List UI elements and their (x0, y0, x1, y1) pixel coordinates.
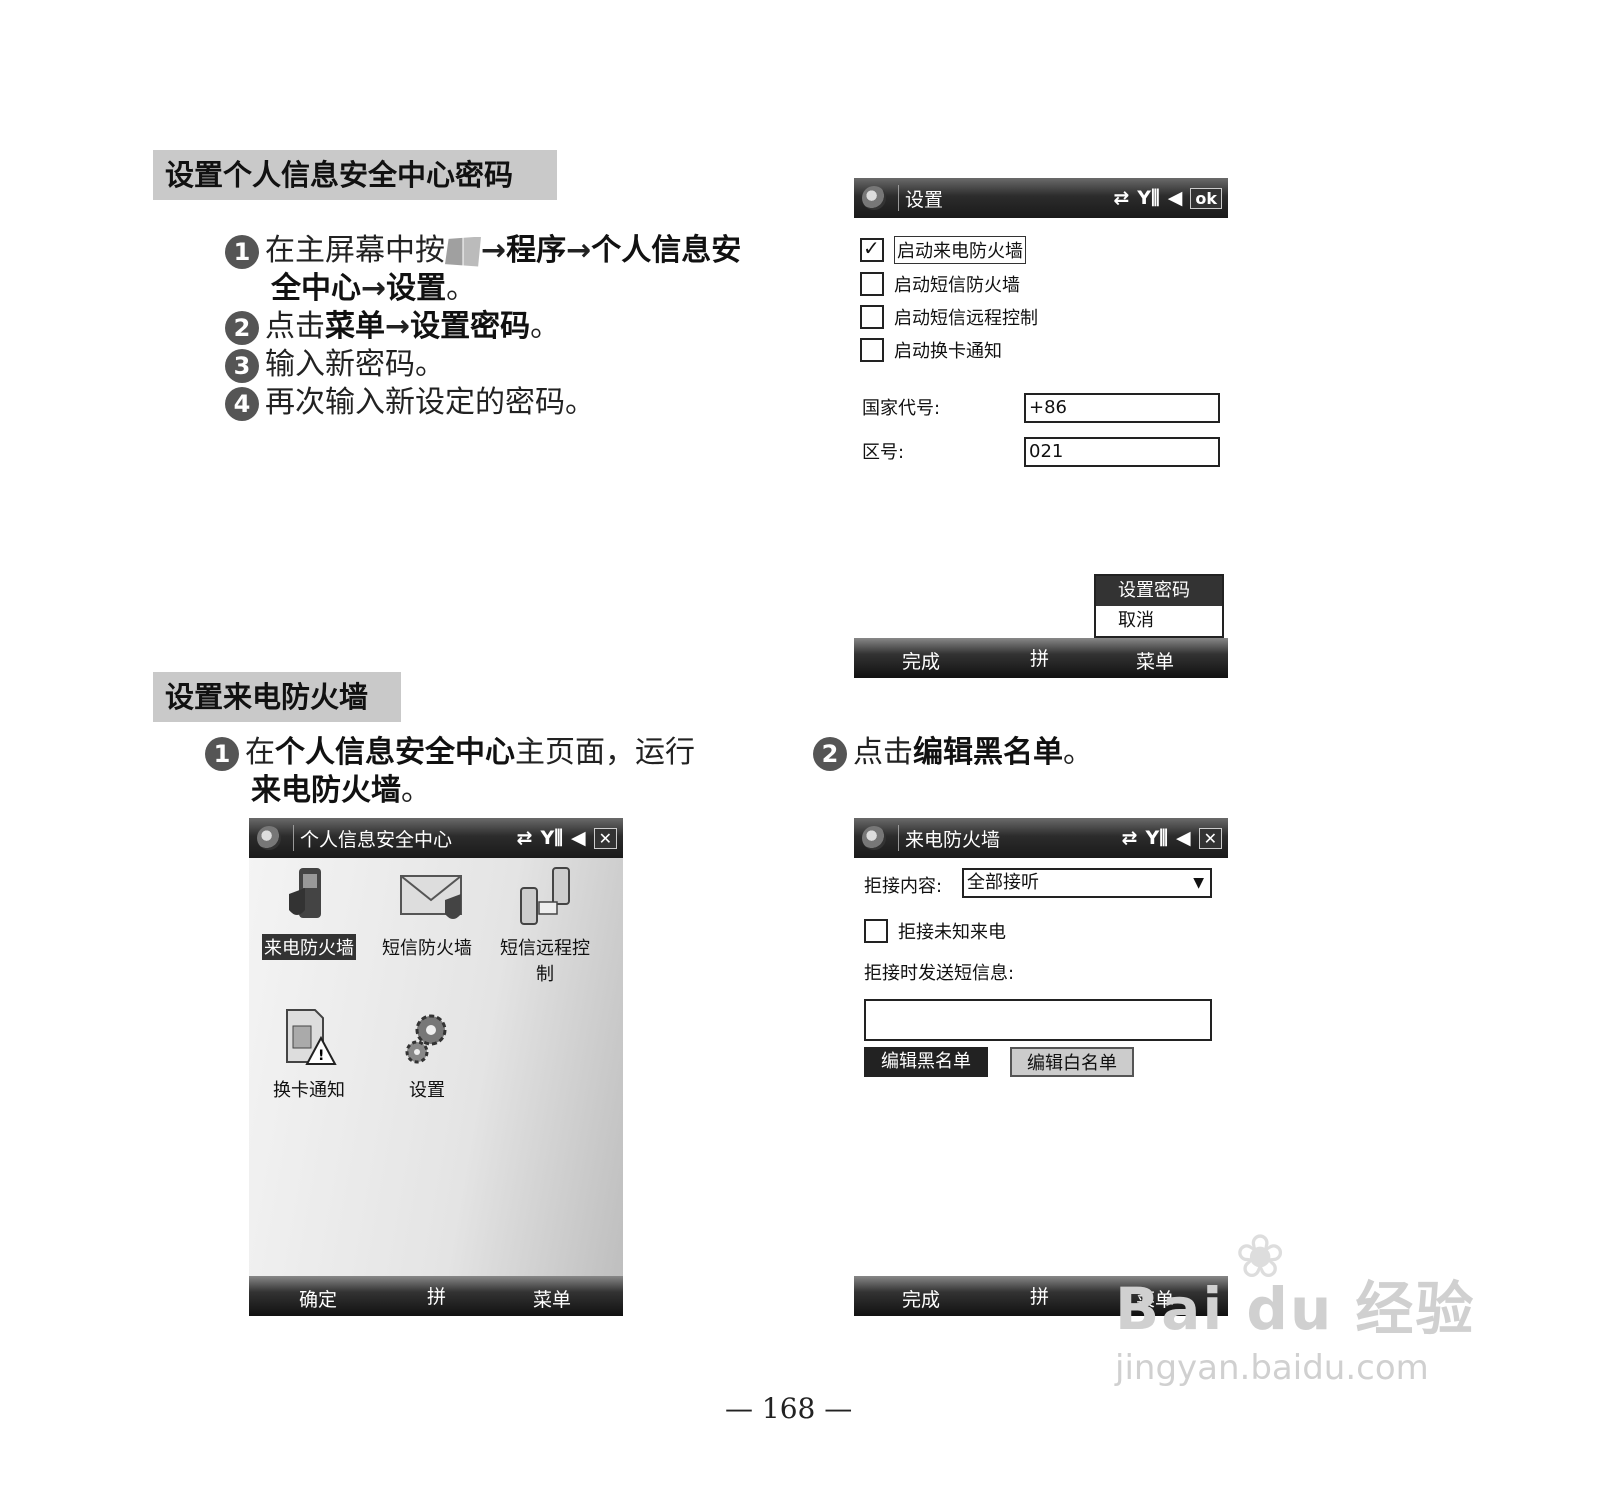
checkbox-sms-remote[interactable]: 启动短信远程控制 (860, 304, 1038, 330)
svg-text:!: ! (318, 1048, 324, 1064)
edit-whitelist-button[interactable]: 编辑白名单 (1010, 1047, 1134, 1077)
section-title-password: 设置个人信息安全中心密码 (153, 150, 557, 200)
step-number: 4 (225, 386, 259, 421)
country-code-input[interactable]: +86 (1024, 393, 1220, 423)
menu-item-set-password[interactable]: 设置密码 (1096, 576, 1222, 606)
chevron-down-icon[interactable]: ▼ (1193, 870, 1204, 896)
popup-menu: 设置密码 取消 (1094, 574, 1224, 638)
edit-blacklist-button[interactable]: 编辑黑名单 (864, 1047, 988, 1077)
step-number: 3 (225, 348, 259, 383)
screen-title: 设置 (905, 188, 944, 211)
volume-icon[interactable]: ◀︎ (1168, 187, 1183, 209)
step-edit-blacklist: 2 点击编辑黑名单。 (813, 734, 1093, 772)
paw-icon: ❀ (1235, 1222, 1288, 1292)
checkbox-sms-firewall[interactable]: 启动短信防火墙 (860, 271, 1020, 297)
page-number: — 168 — (725, 1392, 853, 1425)
close-icon[interactable]: ✕ (1198, 827, 1222, 849)
step-2: 2 点击菜单→设置密码。 (225, 308, 560, 346)
input-method-icon[interactable]: 拼 (1030, 1282, 1049, 1309)
simcard-warning-icon: ! (281, 1008, 337, 1070)
start-icon[interactable] (862, 186, 886, 210)
phone-shield-icon (281, 866, 337, 928)
softkey-done[interactable]: 完成 (902, 647, 940, 674)
step-4: 4 再次输入新设定的密码。 (225, 384, 595, 422)
volume-icon[interactable]: ◀︎ (1176, 827, 1191, 849)
area-code-input[interactable]: 021 (1024, 437, 1220, 467)
app-sim-notify[interactable]: ! 换卡通知 (254, 1008, 364, 1102)
app-settings[interactable]: 设置 (372, 1008, 482, 1102)
title-bar: 设置 ⇄ Y⫼ ◀︎ ok (854, 178, 1228, 218)
baidu-watermark-url: jingyan.baidu.com (1115, 1348, 1429, 1388)
step-number: 1 (225, 234, 259, 269)
area-code-label: 区号: (862, 442, 905, 463)
soft-key-bar: 完成 拼 菜单 (854, 638, 1228, 678)
step-number: 1 (205, 736, 239, 771)
app-sms-firewall[interactable]: 短信防火墙 (372, 866, 482, 960)
step-number: 2 (813, 736, 847, 771)
ok-button[interactable]: ok (1190, 187, 1222, 209)
checkbox-reject-unknown[interactable]: 拒接未知来电 (864, 918, 1006, 944)
volume-icon[interactable]: ◀︎ (571, 827, 586, 849)
screen-title: 个人信息安全中心 (300, 828, 453, 851)
title-bar: 个人信息安全中心 ⇄ Y⫼ ◀︎ ✕ (249, 818, 623, 858)
close-icon[interactable]: ✕ (593, 827, 617, 849)
checkbox-call-firewall[interactable]: 启动来电防火墙 (860, 236, 1026, 264)
reject-content-dropdown[interactable]: 全部接听 ▼ (962, 868, 1212, 898)
baidu-watermark: ❀ Bai du 经验 (1115, 1222, 1476, 1343)
checkbox-sim-notify[interactable]: 启动换卡通知 (860, 337, 1002, 363)
app-call-firewall[interactable]: 来电防火墙 (254, 866, 364, 960)
windows-start-icon (445, 236, 481, 267)
settings-screen: 设置 ⇄ Y⫼ ◀︎ ok 启动来电防火墙 启动短信防火墙 启动短信远程控制 启… (854, 178, 1228, 678)
checkbox-checked[interactable] (860, 236, 884, 262)
softkey-ok[interactable]: 确定 (299, 1285, 337, 1312)
sms-reply-label: 拒接时发送短信息: (864, 963, 1015, 984)
call-firewall-screen: 来电防火墙 ⇄ Y⫼ ◀︎ ✕ 拒接内容: 全部接听 ▼ 拒接未知来电 拒接时发… (854, 818, 1228, 1316)
step-1: 1 在主屏幕中按 →程序→个人信息安 全中心→设置。 (225, 232, 815, 308)
softkey-menu[interactable]: 菜单 (1136, 647, 1174, 674)
input-method-icon[interactable]: 拼 (427, 1282, 446, 1309)
phones-envelope-icon (517, 866, 573, 928)
step-run-firewall: 1 在个人信息安全中心主页面，运行 来电防火墙。 (205, 734, 745, 810)
country-code-label: 国家代号: (862, 398, 941, 419)
connectivity-icon[interactable]: ⇄ (1113, 187, 1129, 209)
signal-icon[interactable]: Y⫼ (1137, 187, 1160, 209)
app-sms-remote[interactable]: 短信远程控 制 (490, 866, 600, 986)
softkey-done[interactable]: 完成 (902, 1285, 940, 1312)
signal-icon[interactable]: Y⫼ (1145, 827, 1168, 849)
connectivity-icon[interactable]: ⇄ (517, 827, 533, 849)
sms-reply-input[interactable] (864, 999, 1212, 1041)
section-title-call-firewall: 设置来电防火墙 (153, 672, 401, 722)
gears-icon (399, 1008, 455, 1070)
step-number: 2 (225, 310, 259, 345)
menu-item-cancel[interactable]: 取消 (1096, 606, 1222, 636)
screen-title: 来电防火墙 (905, 828, 1001, 851)
title-bar: 来电防火墙 ⇄ Y⫼ ◀︎ ✕ (854, 818, 1228, 858)
connectivity-icon[interactable]: ⇄ (1122, 827, 1138, 849)
input-method-icon[interactable]: 拼 (1030, 644, 1049, 671)
soft-key-bar: 确定 拼 菜单 (249, 1276, 623, 1316)
step-3: 3 输入新密码。 (225, 346, 445, 384)
start-icon[interactable] (862, 826, 886, 850)
reject-content-label: 拒接内容: (864, 876, 943, 897)
signal-icon[interactable]: Y⫼ (540, 827, 563, 849)
envelope-shield-icon (399, 866, 462, 928)
softkey-menu[interactable]: 菜单 (533, 1285, 571, 1312)
start-icon[interactable] (257, 826, 281, 850)
security-center-screen: 个人信息安全中心 ⇄ Y⫼ ◀︎ ✕ 来电防火墙 短信防火墙 短信远程控 制 !… (249, 818, 623, 1316)
